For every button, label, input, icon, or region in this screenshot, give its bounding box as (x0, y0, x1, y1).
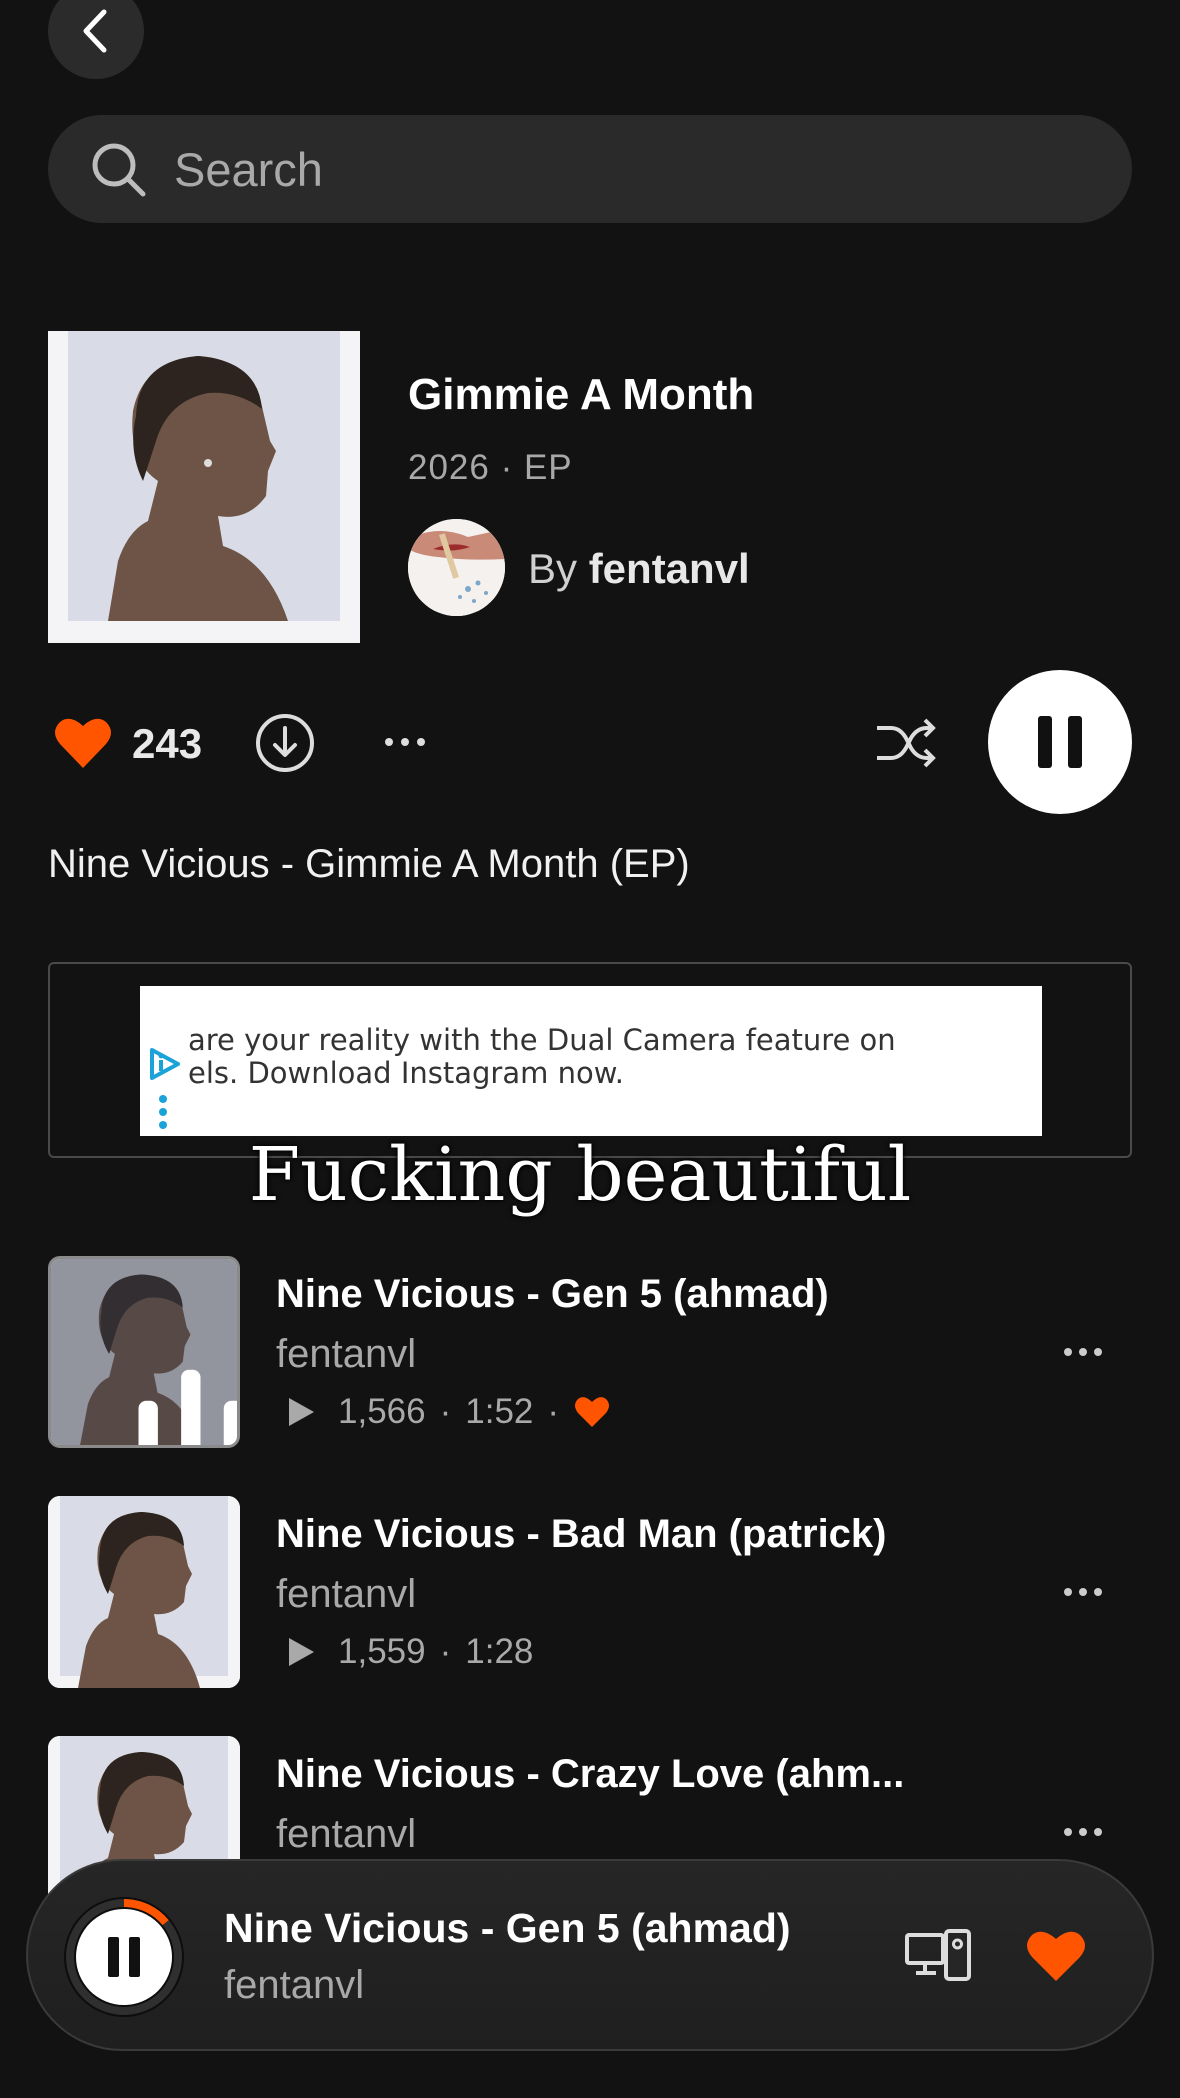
devices-icon[interactable] (904, 1927, 972, 1983)
track-title: Nine Vicious - Bad Man (patrick) (276, 1512, 887, 1556)
like-count: 243 (132, 720, 203, 767)
overlay-caption: Fucking beautiful (248, 1132, 912, 1218)
track-duration: 1:28 (465, 1632, 534, 1671)
search-input[interactable]: Search (48, 115, 1132, 223)
album-cover[interactable] (48, 331, 360, 643)
play-icon (289, 1638, 314, 1666)
heart-icon (575, 1397, 610, 1427)
play-icon (289, 1398, 314, 1426)
adchoices-icon[interactable] (146, 1046, 182, 1082)
track-art-image (48, 1496, 240, 1688)
track-artist[interactable]: fentanvl (276, 1812, 416, 1857)
album-meta: 2026 · EP (408, 448, 573, 487)
back-button[interactable] (48, 0, 144, 79)
shuffle-icon[interactable] (873, 712, 937, 774)
track-row[interactable]: Nine Vicious - Gen 5 (ahmad) fentanvl 1,… (0, 1256, 1180, 1448)
track-artist[interactable]: fentanvl (276, 1572, 416, 1617)
back-icon (83, 9, 107, 53)
album-title: Gimmie A Month (408, 370, 755, 419)
stat-separator: · (439, 1392, 452, 1431)
pause-icon (1038, 716, 1082, 768)
download-icon[interactable] (254, 712, 316, 774)
track-artwork (48, 1256, 240, 1448)
track-plays: 1,559 (338, 1632, 426, 1671)
stat-separator: · (439, 1632, 452, 1671)
avatar-image (408, 519, 505, 616)
track-artist[interactable]: fentanvl (276, 1332, 416, 1377)
heart-icon[interactable] (1024, 1925, 1088, 1985)
ad-options-icon[interactable] (158, 1094, 168, 1130)
equalizer-icon (138, 1369, 237, 1445)
track-artwork (48, 1496, 240, 1688)
album-artist[interactable]: fentanvl (589, 545, 750, 592)
search-icon (92, 143, 146, 197)
now-playing-artist: fentanvl (224, 1963, 365, 2007)
track-more-icon[interactable] (1060, 1334, 1106, 1370)
stat-separator: · (547, 1392, 560, 1431)
more-icon[interactable] (380, 724, 430, 760)
now-playing-title: Nine Vicious - Gen 5 (ahmad) (224, 1905, 791, 1951)
track-title: Nine Vicious - Crazy Love (ahm... (276, 1752, 905, 1796)
ad-text: are your reality with the Dual Camera fe… (188, 1024, 896, 1090)
mini-player[interactable]: Nine Vicious - Gen 5 (ahmad) fentanvl (26, 1859, 1154, 2051)
search-placeholder: Search (174, 142, 323, 196)
track-stats: 1,566 · 1:52 · (286, 1392, 611, 1432)
album-byline[interactable]: By fentanvl (528, 545, 750, 593)
ad-line-1: are your reality with the Dual Camera fe… (188, 1023, 896, 1057)
track-stats: 1,559 · 1:28 (286, 1632, 533, 1672)
track-plays: 1,566 (338, 1392, 426, 1431)
track-more-icon[interactable] (1060, 1574, 1106, 1610)
artist-avatar[interactable] (408, 519, 505, 616)
album-cover-art (48, 331, 360, 643)
ad-line-2: els. Download Instagram now. (188, 1056, 624, 1090)
ad-banner[interactable]: are your reality with the Dual Camera fe… (140, 986, 1042, 1136)
track-row[interactable]: Nine Vicious - Bad Man (patrick) fentanv… (0, 1496, 1180, 1688)
album-pause-button[interactable] (988, 670, 1132, 814)
heart-icon[interactable] (52, 712, 114, 774)
album-description: Nine Vicious - Gimmie A Month (EP) (48, 842, 690, 886)
track-more-icon[interactable] (1060, 1814, 1106, 1850)
mini-player-pause-button[interactable] (60, 1893, 188, 2021)
by-prefix: By (528, 545, 578, 592)
track-title: Nine Vicious - Gen 5 (ahmad) (276, 1272, 829, 1316)
track-duration: 1:52 (465, 1392, 534, 1431)
